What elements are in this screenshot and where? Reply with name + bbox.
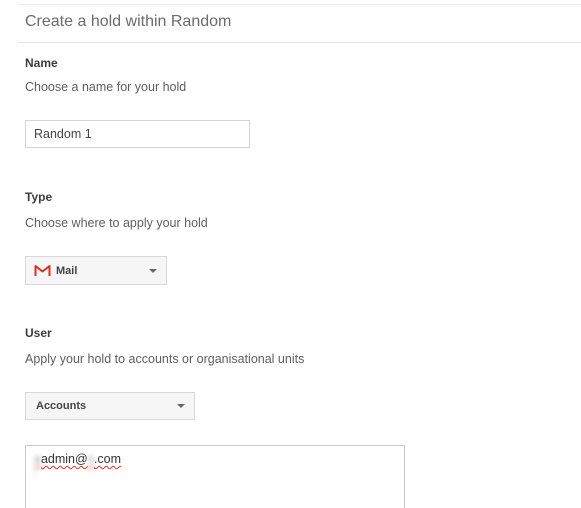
chevron-down-icon	[149, 268, 157, 273]
hold-name-input[interactable]	[25, 120, 250, 148]
name-section-description: Choose a name for your hold	[25, 80, 187, 94]
account-suffix: .com	[93, 452, 122, 466]
account-username-visible: admin@	[40, 452, 88, 466]
redacted-domain: s	[87, 452, 94, 466]
type-section-description: Choose where to apply your hold	[25, 216, 208, 230]
header-divider	[18, 42, 581, 43]
type-dropdown-value: Mail	[56, 264, 78, 277]
account-entry: a​admin@s.com	[34, 452, 121, 466]
type-dropdown[interactable]: Mail	[25, 256, 167, 285]
chevron-down-icon	[177, 404, 185, 408]
accounts-textarea[interactable]: a​admin@s.com	[25, 445, 405, 508]
gmail-icon	[34, 265, 51, 276]
user-scope-dropdown-value: Accounts	[36, 400, 87, 412]
create-hold-page: Create a hold within Random Name Choose …	[0, 0, 581, 508]
top-divider	[18, 4, 581, 5]
type-section-title: Type	[25, 190, 53, 204]
user-scope-dropdown[interactable]: Accounts	[25, 392, 195, 420]
page-title: Create a hold within Random	[25, 13, 232, 30]
name-section-title: Name	[25, 56, 58, 70]
redacted-username: a	[34, 452, 41, 466]
user-section-description: Apply your hold to accounts or organisat…	[25, 352, 305, 366]
user-section-title: User	[25, 326, 52, 340]
